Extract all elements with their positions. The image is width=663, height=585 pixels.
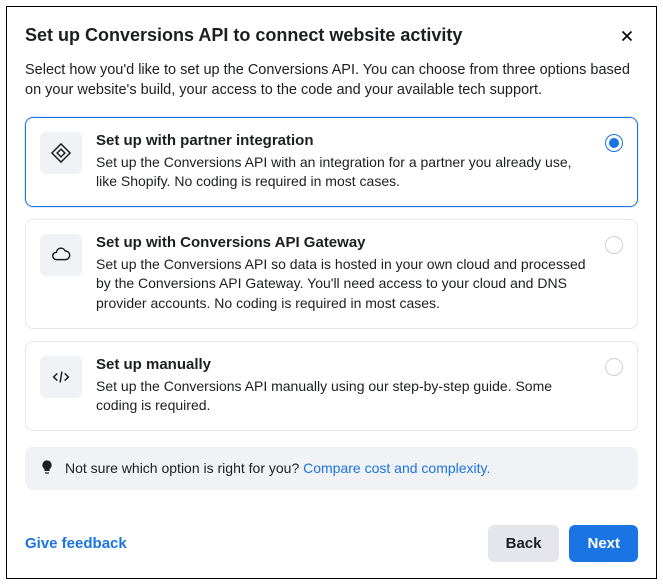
option-title: Set up manually bbox=[96, 356, 591, 373]
code-icon bbox=[40, 356, 82, 398]
radio-unselected[interactable] bbox=[605, 236, 623, 254]
back-button[interactable]: Back bbox=[488, 525, 560, 562]
hint-text-wrap: Not sure which option is right for you? … bbox=[65, 460, 490, 476]
dialog-title: Set up Conversions API to connect websit… bbox=[25, 25, 462, 46]
option-desc: Set up the Conversions API so data is ho… bbox=[96, 255, 591, 314]
dialog-footer: Give feedback Back Next bbox=[25, 509, 638, 562]
compare-link[interactable]: Compare cost and complexity. bbox=[303, 460, 490, 476]
option-body: Set up with Conversions API Gateway Set … bbox=[96, 234, 591, 314]
option-desc: Set up the Conversions API with an integ… bbox=[96, 153, 591, 192]
radio-unselected[interactable] bbox=[605, 358, 623, 376]
hint-text: Not sure which option is right for you? bbox=[65, 460, 303, 476]
option-partner-integration[interactable]: Set up with partner integration Set up t… bbox=[25, 117, 638, 207]
radio-selected[interactable] bbox=[605, 134, 623, 152]
setup-dialog: Set up Conversions API to connect websit… bbox=[6, 6, 657, 579]
cloud-icon bbox=[40, 234, 82, 276]
option-title: Set up with partner integration bbox=[96, 132, 591, 149]
next-button[interactable]: Next bbox=[569, 525, 638, 562]
option-api-gateway[interactable]: Set up with Conversions API Gateway Set … bbox=[25, 219, 638, 329]
lightbulb-icon bbox=[39, 459, 55, 478]
option-body: Set up manually Set up the Conversions A… bbox=[96, 356, 591, 416]
footer-buttons: Back Next bbox=[488, 525, 638, 562]
option-desc: Set up the Conversions API manually usin… bbox=[96, 377, 591, 416]
dialog-subtitle: Select how you'd like to set up the Conv… bbox=[25, 60, 638, 101]
option-body: Set up with partner integration Set up t… bbox=[96, 132, 591, 192]
close-button[interactable] bbox=[616, 25, 638, 50]
header-row: Set up Conversions API to connect websit… bbox=[25, 25, 638, 50]
close-icon bbox=[618, 33, 636, 48]
partner-icon bbox=[40, 132, 82, 174]
option-manual[interactable]: Set up manually Set up the Conversions A… bbox=[25, 341, 638, 431]
options-list: Set up with partner integration Set up t… bbox=[25, 117, 638, 431]
give-feedback-link[interactable]: Give feedback bbox=[25, 535, 127, 552]
option-title: Set up with Conversions API Gateway bbox=[96, 234, 591, 251]
hint-box: Not sure which option is right for you? … bbox=[25, 447, 638, 490]
